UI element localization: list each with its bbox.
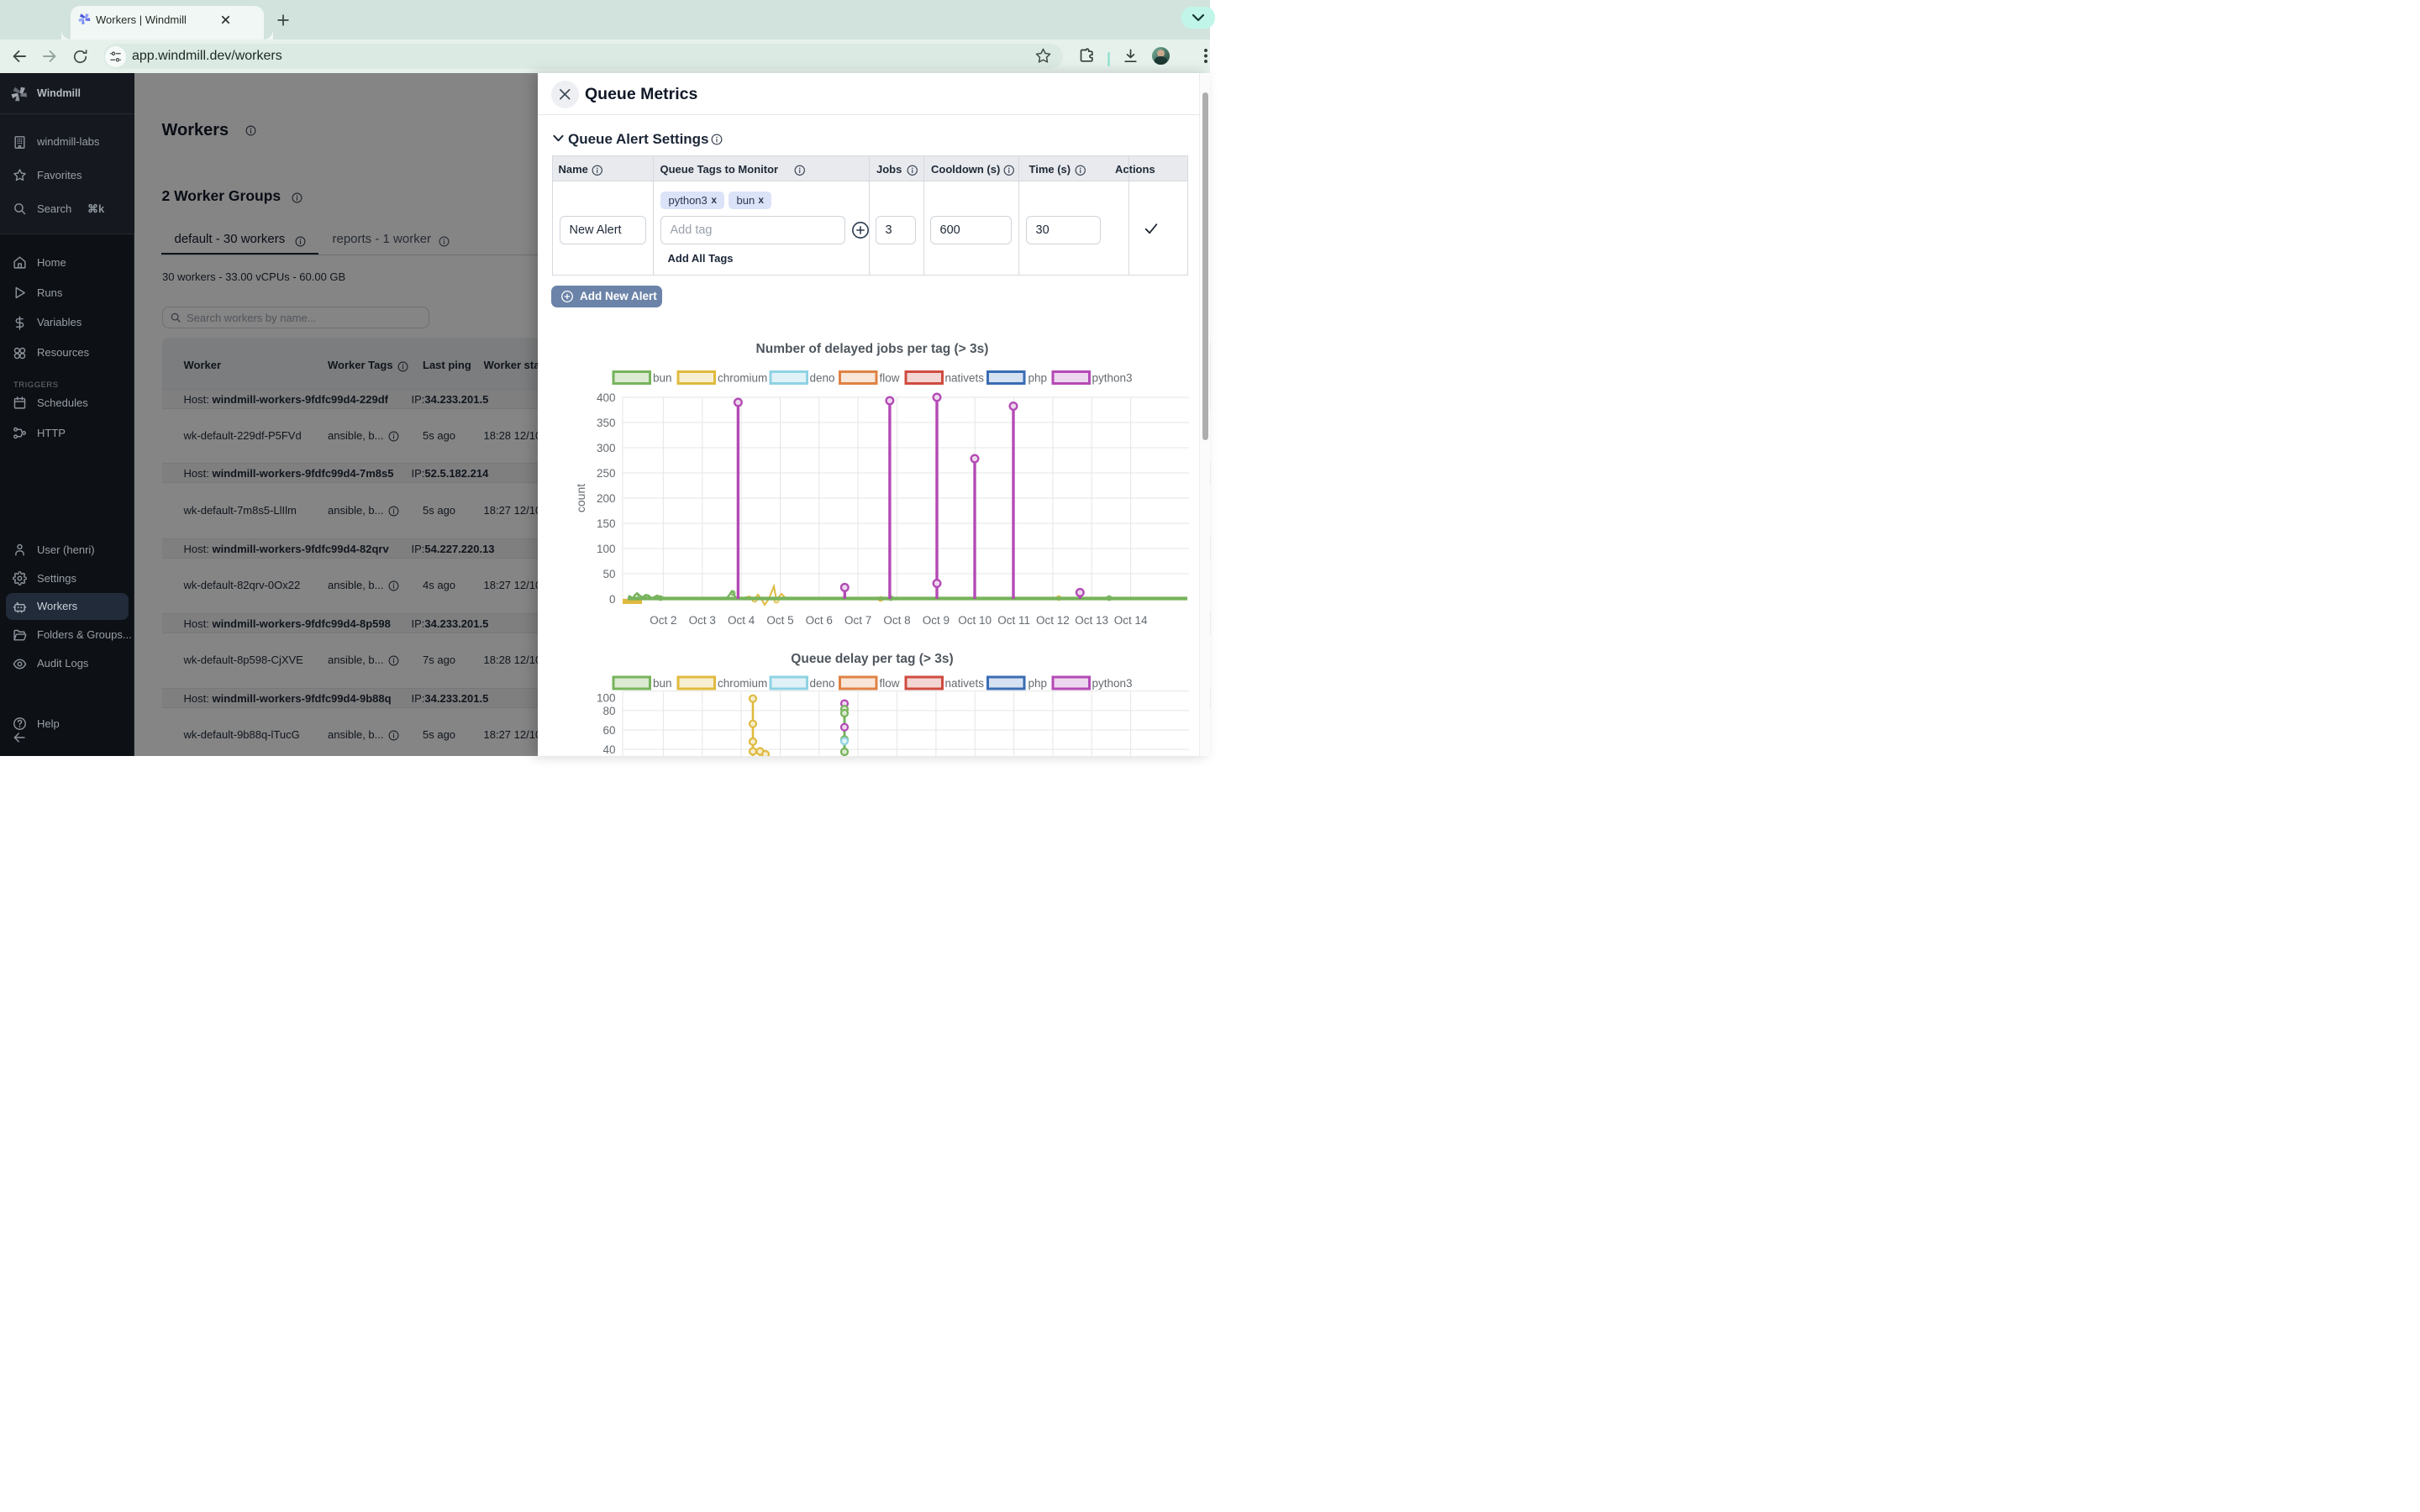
svg-text:flow: flow — [880, 372, 900, 385]
svg-text:Oct 11: Oct 11 — [997, 614, 1030, 627]
svg-text:Oct 2: Oct 2 — [650, 614, 676, 627]
svg-text:flow: flow — [880, 677, 900, 690]
svg-text:80: 80 — [602, 705, 615, 717]
svg-text:Oct 12: Oct 12 — [1036, 614, 1070, 627]
svg-text:nativets: nativets — [945, 372, 985, 385]
svg-text:50: 50 — [602, 568, 615, 580]
svg-text:bun: bun — [653, 372, 672, 385]
svg-text:100: 100 — [597, 543, 616, 555]
svg-text:300: 300 — [597, 442, 616, 454]
svg-text:Oct 9: Oct 9 — [923, 614, 950, 627]
svg-text:nativets: nativets — [945, 677, 985, 690]
svg-text:Oct 10: Oct 10 — [958, 614, 992, 627]
svg-text:Oct 7: Oct 7 — [844, 614, 871, 627]
svg-text:Oct 6: Oct 6 — [806, 614, 833, 627]
svg-text:chromium: chromium — [718, 372, 767, 385]
svg-text:0: 0 — [609, 593, 616, 606]
svg-text:60: 60 — [602, 724, 615, 737]
svg-text:Oct 4: Oct 4 — [728, 614, 755, 627]
svg-text:400: 400 — [597, 391, 616, 404]
svg-text:40: 40 — [602, 743, 615, 756]
svg-text:deno: deno — [810, 677, 835, 690]
svg-text:php: php — [1028, 372, 1048, 385]
svg-text:Queue delay per tag (> 3s): Queue delay per tag (> 3s) — [791, 652, 953, 666]
svg-text:deno: deno — [810, 372, 835, 385]
svg-text:Number of delayed jobs per tag: Number of delayed jobs per tag (> 3s) — [756, 342, 989, 356]
svg-text:python3: python3 — [1092, 677, 1133, 690]
svg-text:150: 150 — [597, 517, 616, 530]
svg-text:100: 100 — [597, 691, 616, 704]
svg-text:350: 350 — [597, 417, 616, 429]
svg-text:python3: python3 — [1092, 372, 1133, 385]
svg-text:Oct 5: Oct 5 — [766, 614, 793, 627]
svg-text:chromium: chromium — [718, 677, 767, 690]
svg-text:Oct 14: Oct 14 — [1114, 614, 1148, 627]
svg-text:200: 200 — [597, 492, 616, 505]
svg-text:Oct 3: Oct 3 — [689, 614, 716, 627]
svg-text:250: 250 — [597, 467, 616, 480]
svg-text:bun: bun — [653, 677, 672, 690]
svg-text:count: count — [574, 484, 587, 512]
svg-text:Oct 8: Oct 8 — [883, 614, 910, 627]
svg-text:Oct 13: Oct 13 — [1075, 614, 1108, 627]
svg-text:php: php — [1028, 677, 1048, 690]
